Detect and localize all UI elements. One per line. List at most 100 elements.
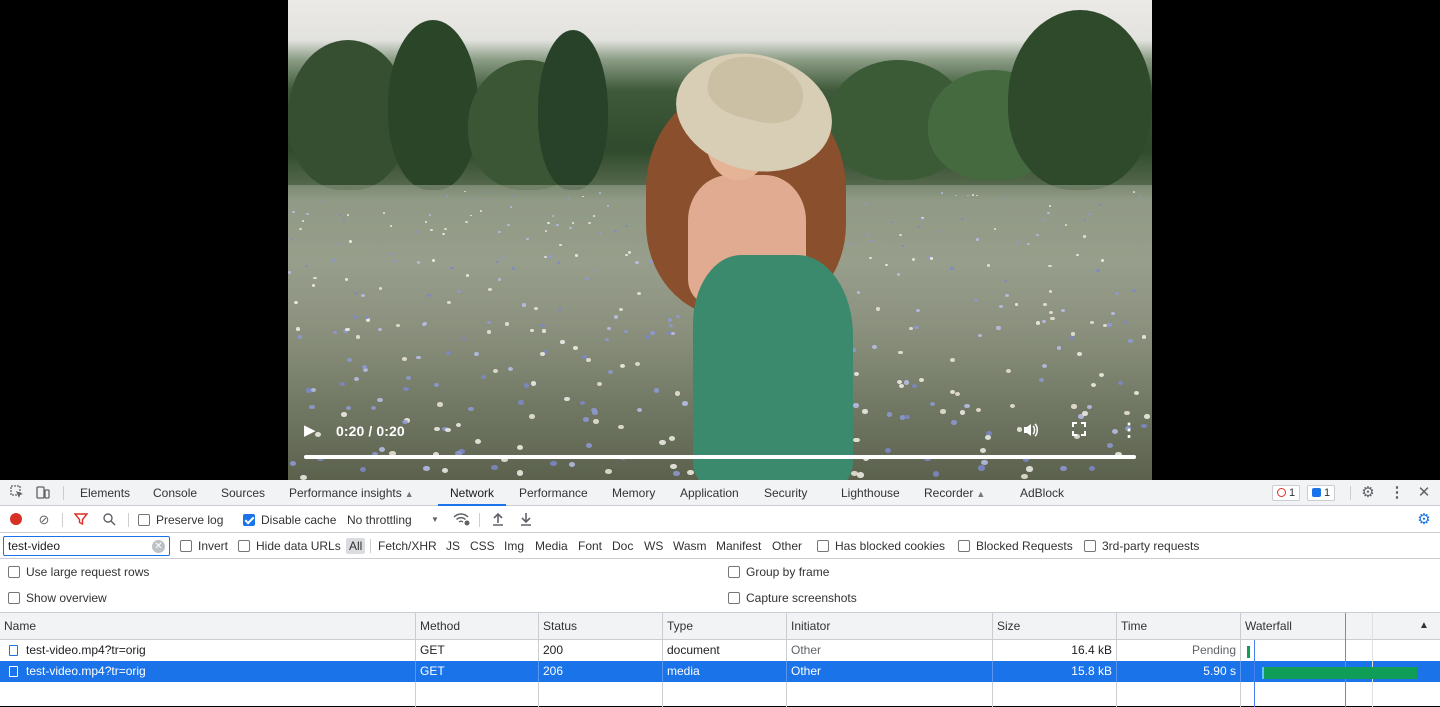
more-options-icon[interactable]: ⋮ [1389,485,1405,501]
network-settings-gear-icon[interactable]: ⚙ [1416,512,1432,528]
checkbox[interactable] [728,566,740,578]
hide-data-urls-checkbox[interactable]: Hide data URLs [238,533,341,559]
devtools-tabbar: Elements Console Sources Performance ins… [0,480,1440,506]
column-header-size[interactable]: Size [992,613,1116,640]
table-row-selected[interactable]: test-video.mp4?tr=orig GET 206 media Oth… [0,661,1440,682]
flower [585,443,592,449]
column-header-type[interactable]: Type [662,613,786,640]
type-filter-manifest[interactable]: Manifest [713,538,764,554]
volume-icon[interactable] [1022,421,1042,441]
capture-screenshots-checkbox[interactable]: Capture screenshots [728,585,857,611]
tab-console[interactable]: Console [153,480,197,506]
close-devtools-icon[interactable]: ✕ [1416,485,1432,501]
third-party-requests-checkbox[interactable]: 3rd-party requests [1084,533,1199,559]
export-har-icon[interactable] [518,512,534,528]
type-filter-doc[interactable]: Doc [609,538,636,554]
sort-ascending-icon[interactable]: ▲ [1419,620,1429,631]
table-empty-row [0,682,1440,707]
tab-adblock[interactable]: AdBlock [1020,480,1064,506]
divider [1350,486,1351,500]
flower [951,419,957,425]
column-header-waterfall[interactable]: Waterfall [1240,613,1440,640]
table-row[interactable]: test-video.mp4?tr=orig GET 200 document … [0,640,1440,661]
tab-sources[interactable]: Sources [221,480,265,506]
disable-cache-checkbox[interactable]: Disable cache [243,507,336,533]
column-header-method[interactable]: Method [415,613,538,640]
clear-icon[interactable]: ⊘ [36,512,52,528]
flower [1110,311,1115,315]
column-header-time[interactable]: Time [1116,613,1240,640]
flower [978,465,985,471]
checkbox[interactable] [728,592,740,604]
checkbox[interactable] [180,540,192,552]
error-count: 1 [1289,487,1296,499]
checkbox[interactable] [238,540,250,552]
error-count-badge[interactable]: 1 [1272,485,1301,501]
group-by-frame-checkbox[interactable]: Group by frame [728,559,829,585]
clear-filter-icon[interactable]: ✕ [152,540,165,553]
type-filter-font[interactable]: Font [575,538,605,554]
column-header-status[interactable]: Status [538,613,662,640]
flower [424,220,428,223]
filter-input[interactable] [3,536,170,556]
flower [444,227,447,230]
network-conditions-icon[interactable] [453,512,471,528]
tab-network[interactable]: Network [438,480,507,506]
tab-lighthouse[interactable]: Lighthouse [841,480,900,506]
inspect-element-icon[interactable] [9,485,25,501]
type-filter-other[interactable]: Other [769,538,805,554]
dress [693,255,853,480]
play-icon[interactable]: ▶ [304,420,324,442]
has-blocked-cookies-checkbox[interactable]: Has blocked cookies [817,533,945,559]
type-filter-js[interactable]: JS [443,538,463,554]
tab-performance[interactable]: Performance [519,480,588,506]
import-har-icon[interactable] [490,512,506,528]
tab-recorder[interactable]: Recorder ▲ [924,480,985,506]
tab-performance-insights[interactable]: Performance insights ▲ [289,480,414,506]
type-filter-media[interactable]: Media [532,538,571,554]
column-header-initiator[interactable]: Initiator [786,613,992,640]
throttling-select[interactable]: No throttling ▼ [347,507,443,533]
third-party-requests-label: 3rd-party requests [1102,539,1200,553]
checkbox[interactable] [817,540,829,552]
flower [416,261,420,264]
blocked-requests-checkbox[interactable]: Blocked Requests [958,533,1073,559]
checkbox[interactable] [958,540,970,552]
type-filter-ws[interactable]: WS [641,538,666,554]
type-filter-wasm[interactable]: Wasm [670,538,710,554]
tab-memory[interactable]: Memory [612,480,655,506]
flower [557,261,561,264]
tab-application[interactable]: Application [680,480,739,506]
divider [479,513,480,527]
fullscreen-icon[interactable] [1071,421,1089,439]
checkbox-checked[interactable] [243,514,255,526]
type-filter-img[interactable]: Img [501,538,527,554]
checkbox[interactable] [8,592,20,604]
tab-elements[interactable]: Elements [80,480,130,506]
invert-checkbox[interactable]: Invert [180,533,228,559]
checkbox[interactable] [1084,540,1096,552]
type-filter-css[interactable]: CSS [467,538,498,554]
show-overview-checkbox[interactable]: Show overview [8,585,107,611]
filter-icon[interactable] [73,512,89,528]
device-toolbar-icon[interactable] [35,485,51,501]
tab-security[interactable]: Security [764,480,807,506]
preserve-log-checkbox[interactable]: Preserve log [138,507,223,533]
more-vert-icon[interactable]: ⋮ [1120,420,1138,442]
large-rows-checkbox[interactable]: Use large request rows [8,559,149,585]
flower [1132,288,1137,292]
record-icon[interactable] [8,512,24,528]
video-player[interactable] [288,0,1152,480]
type-filter-all[interactable]: All [346,538,366,554]
settings-gear-icon[interactable]: ⚙ [1360,485,1376,501]
checkbox[interactable] [8,566,20,578]
search-icon[interactable] [101,512,117,528]
message-count-badge[interactable]: 1 [1307,485,1336,501]
column-header-name[interactable]: Name [0,613,415,640]
has-blocked-cookies-label: Has blocked cookies [835,539,946,553]
type-filter-fetch-xhr[interactable]: Fetch/XHR [375,538,440,554]
flower [430,228,433,232]
video-progress-bar[interactable] [304,455,1136,459]
devtools-panel: Elements Console Sources Performance ins… [0,480,1440,707]
checkbox[interactable] [138,514,150,526]
